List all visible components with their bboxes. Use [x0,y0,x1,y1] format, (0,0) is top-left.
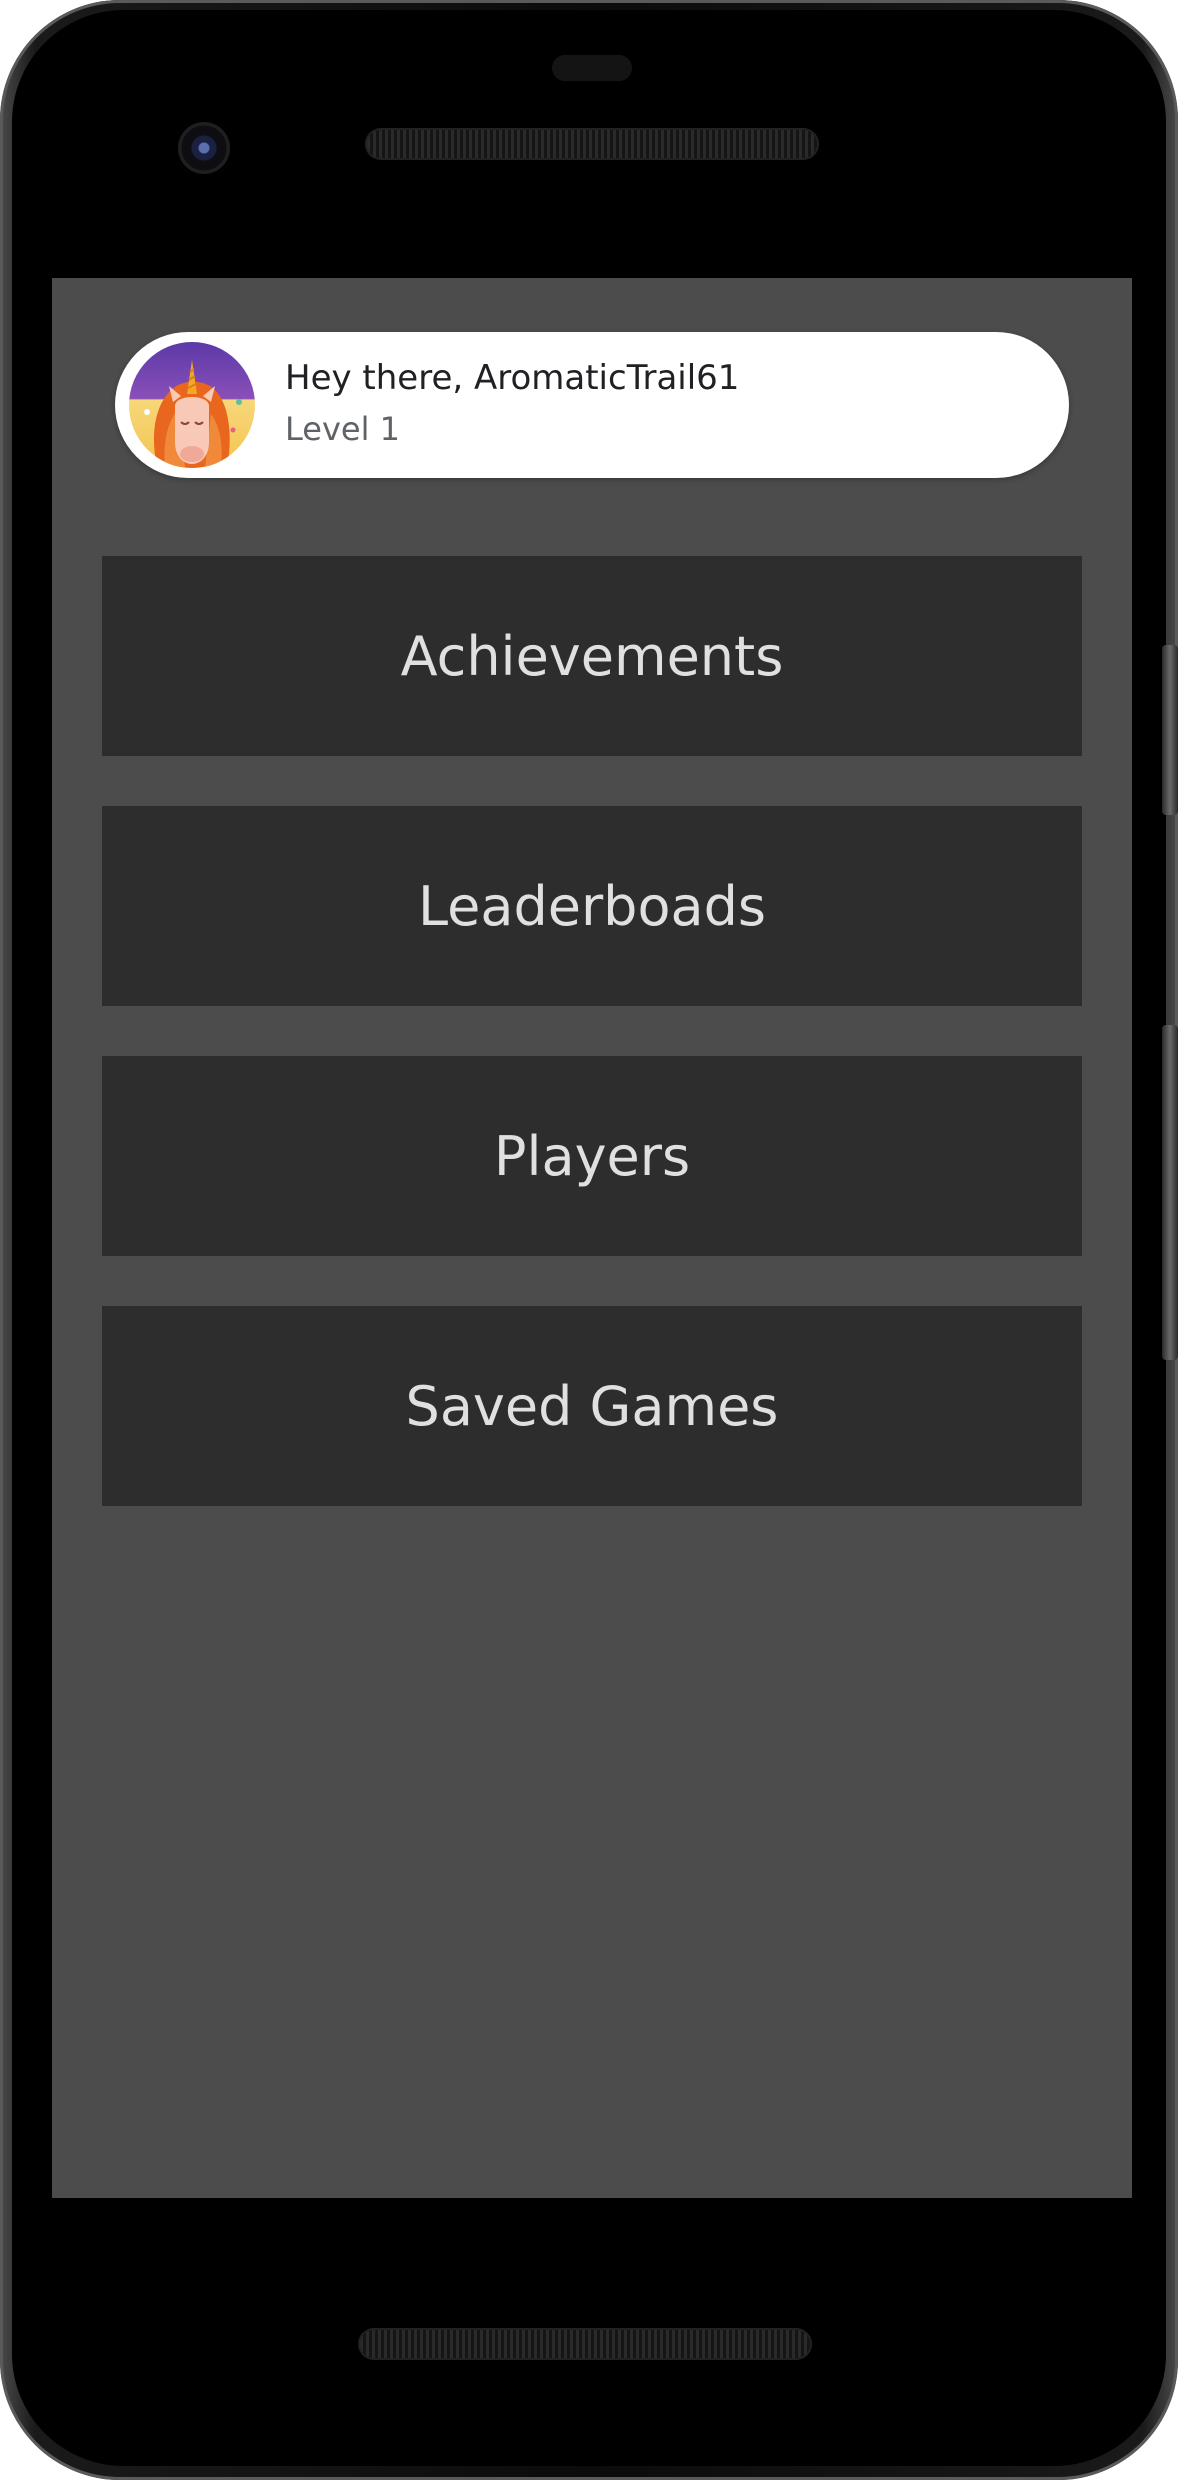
front-camera-icon [178,122,230,174]
leaderboards-button[interactable]: Leaderboads [102,806,1082,1006]
achievements-button[interactable]: Achievements [102,556,1082,756]
phone-frame: Main Menu Achievements Leaderboads Playe… [0,0,1178,2480]
players-button[interactable]: Players [102,1056,1082,1256]
top-speaker-grille [367,130,817,158]
welcome-greeting: Hey there, AromaticTrail61 [285,358,740,398]
bottom-speaker-grille [360,2330,810,2358]
volume-rocker [1162,1025,1178,1360]
saved-games-button[interactable]: Saved Games [102,1306,1082,1506]
sensor-slot [552,55,632,81]
app-screen: Main Menu Achievements Leaderboads Playe… [52,278,1132,2198]
player-level: Level 1 [285,410,400,448]
welcome-back-popup: Hey there, AromaticTrail61 Level 1 [115,332,1069,478]
power-button [1162,645,1178,815]
unicorn-avatar-icon [129,342,255,468]
